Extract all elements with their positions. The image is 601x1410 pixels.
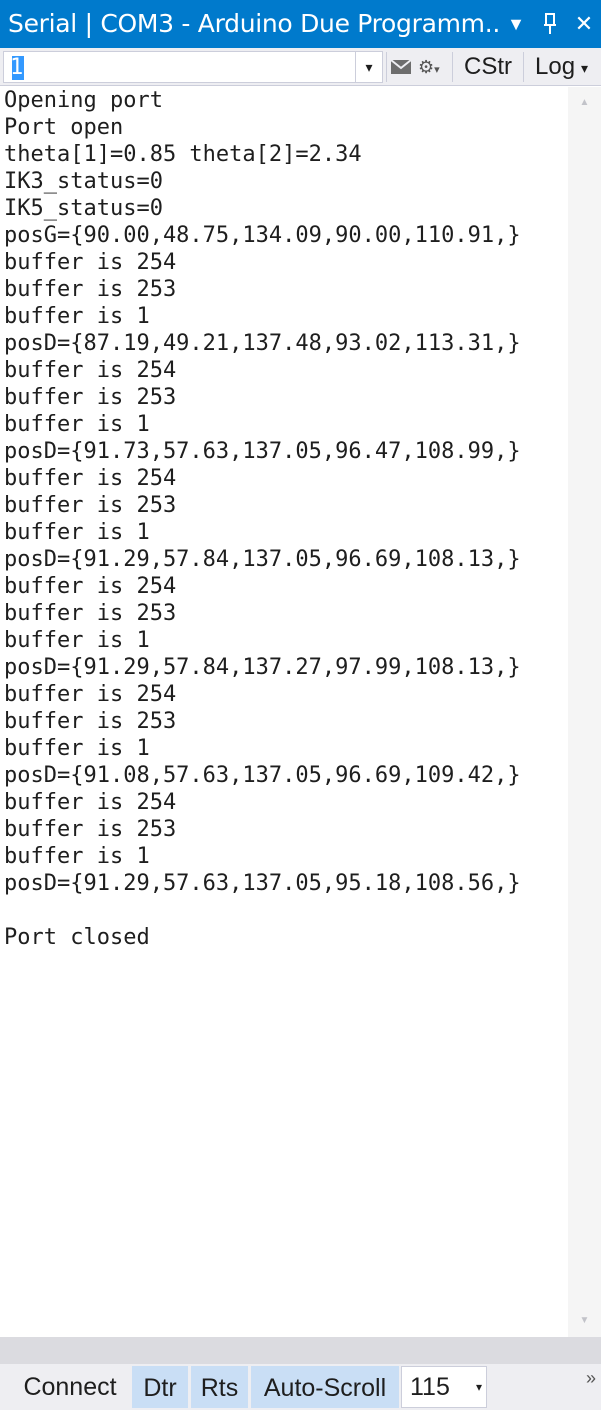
output-line: buffer is 253 xyxy=(4,493,177,518)
output-line: buffer is 254 xyxy=(4,466,177,491)
output-line: buffer is 1 xyxy=(4,844,150,869)
scroll-down-arrow-icon[interactable]: ▼ xyxy=(568,1309,601,1333)
toolbar-separator xyxy=(386,52,387,82)
output-line: buffer is 254 xyxy=(4,358,177,383)
input-history-dropdown[interactable]: ▾ xyxy=(355,52,382,82)
output-line: buffer is 1 xyxy=(4,412,150,437)
output-line: buffer is 1 xyxy=(4,628,150,653)
baud-rate-value: 115 xyxy=(410,1373,450,1401)
output-line: buffer is 254 xyxy=(4,682,177,707)
vertical-scrollbar[interactable]: ▲ ▼ xyxy=(568,87,601,1337)
output-line: buffer is 1 xyxy=(4,304,150,329)
auto-scroll-toggle[interactable]: Auto-Scroll xyxy=(251,1366,399,1408)
toolbar: ▾ ⚙▾ CStr Log ▾ xyxy=(0,48,601,86)
output-line: buffer is 253 xyxy=(4,601,177,626)
output-line: IK3_status=0 xyxy=(4,169,163,194)
output-line: buffer is 253 xyxy=(4,709,177,734)
mail-icon-svg xyxy=(390,59,412,74)
log-button[interactable]: Log ▾ xyxy=(527,48,601,86)
toolbar-separator xyxy=(523,52,524,82)
output-text: Opening port Port open theta[1]=0.85 theta… xyxy=(0,87,568,951)
output-line: buffer is 1 xyxy=(4,736,150,761)
close-icon[interactable]: ✕ xyxy=(567,0,601,48)
send-input[interactable] xyxy=(10,55,350,79)
rts-toggle[interactable]: Rts xyxy=(191,1366,248,1408)
toolbar-overflow-icon[interactable]: » xyxy=(586,1368,596,1389)
serial-output[interactable]: Opening port Port open theta[1]=0.85 theta… xyxy=(0,87,568,1337)
output-line: posD={91.29,57.84,137.05,96.69,108.13,} xyxy=(4,547,521,572)
output-line: posD={91.73,57.63,137.05,96.47,108.99,} xyxy=(4,439,521,464)
bottom-toolbar: Connect Dtr Rts Auto-Scroll 115 ▾ » xyxy=(0,1364,601,1410)
baud-dropdown-chevron-icon[interactable]: ▾ xyxy=(476,1367,482,1407)
output-line: Opening port xyxy=(4,88,163,113)
scroll-up-arrow-icon[interactable]: ▲ xyxy=(568,91,601,115)
output-line: buffer is 253 xyxy=(4,385,177,410)
output-line: buffer is 253 xyxy=(4,817,177,842)
baud-rate-select[interactable]: 115 ▾ xyxy=(401,1366,487,1408)
output-line: buffer is 1 xyxy=(4,520,150,545)
output-line: posG={90.00,48.75,134.09,90.00,110.91,} xyxy=(4,223,521,248)
dtr-toggle[interactable]: Dtr xyxy=(132,1366,188,1408)
pin-icon[interactable] xyxy=(533,0,567,48)
cstr-button[interactable]: CStr xyxy=(456,48,520,86)
output-line: posD={91.29,57.84,137.27,97.99,108.13,} xyxy=(4,655,521,680)
output-line: buffer is 254 xyxy=(4,574,177,599)
output-line: buffer is 254 xyxy=(4,250,177,275)
output-line: posD={87.19,49.21,137.48,93.02,113.31,} xyxy=(4,331,521,356)
output-line: posD={91.29,57.63,137.05,95.18,108.56,} xyxy=(4,871,521,896)
send-input-box[interactable]: ▾ xyxy=(3,51,383,83)
connect-button[interactable]: Connect xyxy=(12,1366,128,1408)
output-line: posD={91.08,57.63,137.05,96.69,109.42,} xyxy=(4,763,521,788)
output-line: IK5_status=0 xyxy=(4,196,163,221)
output-line: Port open xyxy=(4,115,124,140)
output-line: buffer is 253 xyxy=(4,277,177,302)
log-label: Log xyxy=(535,53,576,80)
window-title: Serial | COM3 - Arduino Due Programm... xyxy=(8,9,499,38)
log-dropdown-chevron-icon[interactable]: ▾ xyxy=(581,60,588,76)
settings-gear-icon[interactable]: ⚙▾ xyxy=(418,56,448,78)
title-bar: Serial | COM3 - Arduino Due Programm... … xyxy=(0,0,601,48)
horizontal-scrollbar[interactable] xyxy=(0,1337,601,1364)
mail-icon[interactable] xyxy=(390,57,412,77)
pin-icon-svg xyxy=(544,13,556,34)
output-line: buffer is 254 xyxy=(4,790,177,815)
output-line: Port closed xyxy=(4,925,150,950)
output-line: theta[1]=0.85 theta[2]=2.34 xyxy=(4,142,362,167)
toolbar-separator xyxy=(452,52,453,82)
window-menu-dropdown-icon[interactable]: ▼ xyxy=(499,0,533,48)
